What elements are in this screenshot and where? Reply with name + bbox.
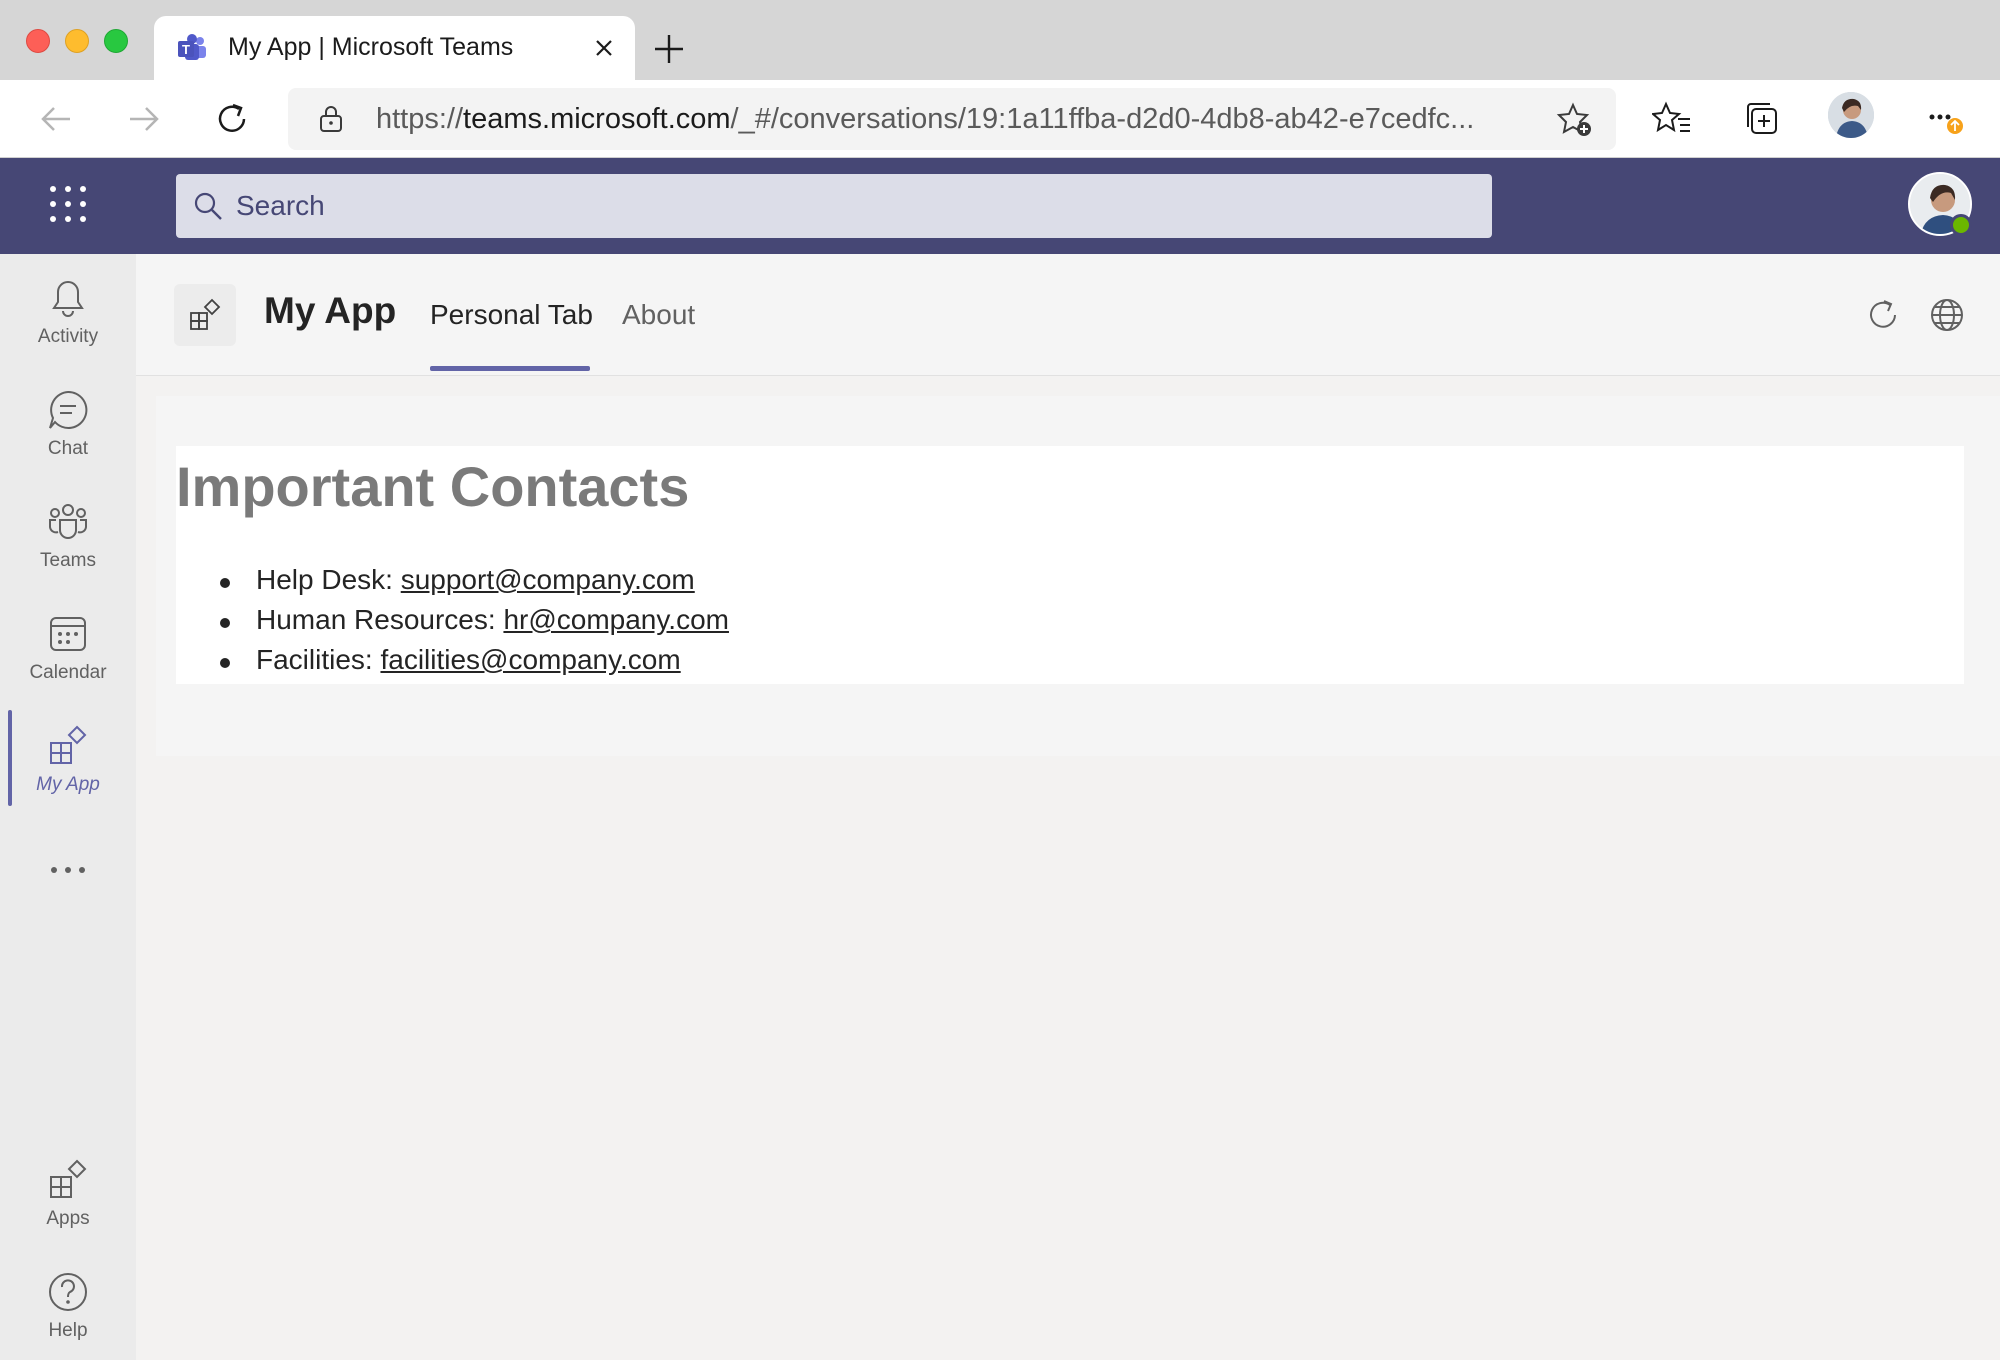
svg-text:T: T [182, 42, 190, 57]
app-header: My App Personal Tab About [136, 254, 2000, 376]
bell-icon [52, 280, 84, 317]
teams-logo-icon: T [178, 34, 206, 60]
email-link[interactable]: hr@company.com [503, 604, 729, 635]
browser-tab[interactable]: T My App | Microsoft Teams [154, 16, 635, 80]
browser-tab-strip: T My App | Microsoft Teams [0, 0, 2000, 80]
apps-icon [50, 1159, 87, 1198]
globe-icon[interactable] [1928, 296, 1966, 334]
more-options-icon[interactable] [1924, 99, 1964, 139]
tab-active-indicator [430, 366, 590, 371]
search-placeholder: Search [236, 190, 325, 221]
rail-item-activity[interactable]: Activity [0, 276, 136, 376]
lock-icon[interactable] [316, 104, 346, 134]
content-area: Important Contacts Help Desk: support@co… [136, 376, 2000, 1360]
email-link[interactable]: facilities@company.com [380, 644, 680, 675]
app-icon [50, 725, 87, 764]
rail-label-activity: Activity [37, 326, 99, 347]
collections-icon[interactable] [1742, 99, 1782, 139]
rail-item-my-app[interactable]: My App [0, 724, 136, 824]
zoom-window-button[interactable] [104, 29, 128, 53]
add-favorite-icon[interactable] [1556, 101, 1594, 139]
contact-label: Human Resources: [256, 604, 504, 635]
rail-label-calendar: Calendar [29, 662, 107, 683]
app-icon [190, 298, 221, 330]
app-launcher-icon[interactable] [46, 182, 90, 226]
search-input[interactable]: Search [176, 174, 1492, 238]
list-item: Human Resources: hr@company.com [220, 604, 729, 644]
browser-tab-title: My App | Microsoft Teams [228, 33, 514, 61]
contact-label: Facilities: [256, 644, 381, 675]
rail-item-teams[interactable]: Teams [0, 500, 136, 600]
list-item: Facilities: facilities@company.com [220, 644, 729, 684]
left-rail: Activity Chat Teams Calendar My App Apps… [0, 254, 136, 1360]
url-prefix: https:// [376, 103, 464, 135]
forward-icon[interactable] [124, 99, 164, 139]
presence-status-badge [1950, 214, 1972, 236]
rail-label-apps: Apps [46, 1208, 90, 1229]
address-bar[interactable]: https://teams.microsoft.com/_#/conversat… [288, 88, 1616, 150]
tab-about[interactable]: About [622, 299, 695, 331]
minimize-window-button[interactable] [65, 29, 89, 53]
list-item: Help Desk: support@company.com [220, 564, 729, 604]
page-title: Important Contacts [176, 455, 690, 518]
reload-icon[interactable] [212, 99, 252, 139]
url-domain: teams.microsoft.com [463, 103, 731, 135]
rail-label-chat: Chat [47, 438, 89, 459]
help-icon [49, 1273, 87, 1311]
rail-label-help: Help [48, 1320, 88, 1341]
refresh-icon[interactable] [1864, 296, 1902, 334]
browser-profile-avatar[interactable] [1828, 92, 1874, 138]
person-icon [1828, 92, 1874, 138]
favorites-icon[interactable] [1652, 99, 1692, 139]
contacts-card: Important Contacts Help Desk: support@co… [176, 446, 1964, 684]
contact-label: Help Desk: [256, 564, 401, 595]
rail-item-help[interactable]: Help [0, 1270, 136, 1360]
app-title: My App [264, 290, 397, 331]
chat-icon [49, 390, 88, 429]
rail-item-chat[interactable]: Chat [0, 388, 136, 488]
email-link[interactable]: support@company.com [401, 564, 695, 595]
close-icon[interactable] [588, 32, 620, 64]
close-window-button[interactable] [26, 29, 50, 53]
new-tab-icon[interactable] [652, 32, 686, 66]
back-icon[interactable] [36, 99, 76, 139]
more-apps-icon[interactable] [48, 860, 88, 880]
calendar-icon [50, 617, 86, 651]
browser-toolbar: https://teams.microsoft.com/_#/conversat… [0, 80, 2000, 158]
url-path: /_#/conversations/19:1a11ffba-d2d0-4db8-… [730, 103, 1475, 135]
rail-item-apps[interactable]: Apps [0, 1158, 136, 1258]
teams-header: Search [0, 158, 2000, 254]
rail-label-teams: Teams [40, 550, 96, 571]
search-icon [194, 192, 222, 220]
rail-item-calendar[interactable]: Calendar [0, 612, 136, 712]
app-icon-button[interactable] [174, 284, 236, 346]
rail-label-my-app: My App [36, 774, 100, 795]
contacts-list: Help Desk: support@company.com Human Res… [220, 564, 729, 684]
tab-personal-tab[interactable]: Personal Tab [430, 299, 593, 331]
url-text[interactable]: https://teams.microsoft.com/_#/conversat… [376, 103, 1506, 136]
teams-icon [49, 504, 87, 539]
